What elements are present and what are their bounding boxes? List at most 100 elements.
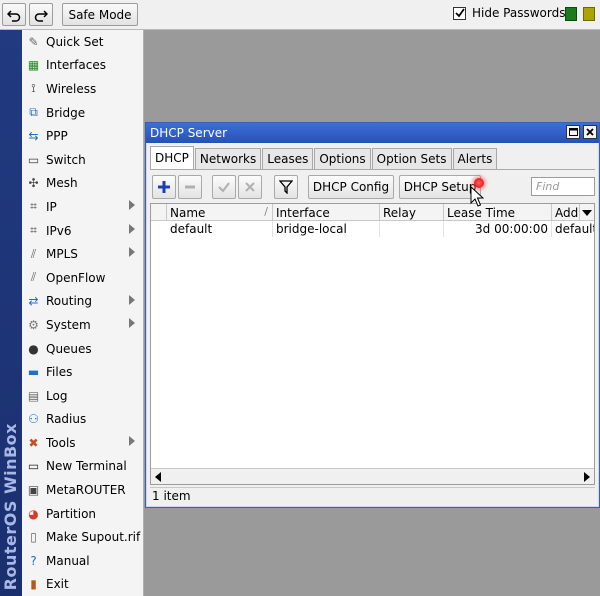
maximize-button[interactable]: [566, 125, 580, 139]
terminal-icon: ▭: [27, 459, 40, 474]
sidebar-item-bridge[interactable]: ⧉ Bridge: [22, 101, 143, 125]
tab-leases[interactable]: Leases: [262, 148, 314, 169]
metarouter-icon: ▣: [27, 483, 40, 498]
sidebar-item-manual[interactable]: ? Manual: [22, 549, 143, 573]
quick-set-icon: ✎: [28, 34, 39, 49]
sidebar-item-switch[interactable]: ▭ Switch: [22, 148, 143, 172]
sidebar-item-label: Bridge: [46, 105, 86, 120]
window-title: DHCP Server: [150, 126, 228, 140]
column-header-interface[interactable]: Interface: [273, 204, 380, 221]
column-header-addr-label: Addr: [555, 205, 579, 220]
maximize-icon: [568, 128, 578, 136]
column-header-lease-time[interactable]: Lease Time: [444, 204, 552, 221]
column-header-interface-label: Interface: [276, 205, 330, 220]
sidebar-item-radius[interactable]: ⚇ Radius: [22, 408, 143, 432]
tab-options[interactable]: Options: [314, 148, 371, 169]
submenu-arrow-icon: [129, 436, 135, 447]
sidebar-item-ppp[interactable]: ⇆ PPP: [22, 124, 143, 148]
sidebar-item-partition[interactable]: ◕ Partition: [22, 502, 143, 526]
sidebar-item-queues[interactable]: ● Queues: [22, 337, 143, 361]
tab-divider: [150, 169, 595, 170]
sidebar-item-mpls[interactable]: ⫽ MPLS: [22, 242, 143, 266]
table-row[interactable]: default bridge-local 3d 00:00:00 default…: [151, 221, 594, 237]
enable-button[interactable]: [212, 175, 236, 199]
exit-icon: ▮: [30, 577, 37, 592]
undo-button[interactable]: [2, 3, 26, 26]
dhcp-setup-button[interactable]: DHCP Setup: [399, 175, 481, 199]
make-supout-icon: ▯: [30, 530, 37, 545]
redo-button[interactable]: [29, 3, 53, 26]
undo-icon: [7, 9, 21, 22]
column-header-name-label: Name: [170, 205, 206, 220]
sidebar-item-ip[interactable]: ⌗ IP: [22, 195, 143, 219]
submenu-arrow-icon: [129, 247, 135, 258]
sidebar-item-label: Make Supout.rif: [46, 530, 141, 545]
sidebar-item-routing[interactable]: ⇄ Routing: [22, 290, 143, 314]
cell-lease-time: 3d 00:00:00: [444, 221, 552, 237]
scroll-right-icon[interactable]: [584, 472, 590, 482]
sidebar-item-label: Wireless: [46, 81, 97, 96]
sidebar-item-make-supout-rif[interactable]: ▯ Make Supout.rif: [22, 525, 143, 549]
sidebar-item-mesh[interactable]: ✣ Mesh: [22, 172, 143, 196]
sidebar-item-files[interactable]: ▬ Files: [22, 360, 143, 384]
disable-button[interactable]: [238, 175, 262, 199]
sidebar-item-wireless[interactable]: ⟟ Wireless: [22, 77, 143, 101]
hide-passwords-toggle[interactable]: Hide Passwords: [453, 6, 565, 20]
sidebar-item-label: Queues: [46, 341, 92, 356]
window-toolbar: DHCP Config DHCP Setup: [150, 175, 595, 201]
column-header-name[interactable]: Name /: [167, 204, 273, 221]
dhcp-config-button[interactable]: DHCP Config: [308, 175, 394, 199]
radius-icon: ⚇: [28, 412, 39, 427]
tab-alerts[interactable]: Alerts: [452, 148, 498, 169]
hide-passwords-checkbox[interactable]: [453, 6, 466, 20]
sidebar-item-label: Radius: [46, 412, 87, 427]
check-icon: [218, 182, 230, 193]
sidebar-item-label: Log: [46, 388, 68, 403]
tools-icon: ✖: [28, 435, 39, 450]
sidebar-item-label: PPP: [46, 129, 68, 144]
status-indicator-olive: [583, 7, 595, 21]
sidebar-item-interfaces[interactable]: ▦ Interfaces: [22, 54, 143, 78]
column-chooser-button[interactable]: [580, 204, 594, 221]
close-button[interactable]: [583, 125, 597, 139]
sidebar-item-label: MPLS: [46, 247, 78, 262]
sidebar-item-quick-set[interactable]: ✎ Quick Set: [22, 30, 143, 54]
column-header-relay[interactable]: Relay: [380, 204, 444, 221]
safe-mode-button[interactable]: Safe Mode: [62, 3, 138, 26]
filter-button[interactable]: [274, 175, 298, 199]
sidebar-item-label: System: [46, 317, 91, 332]
interfaces-icon: ▦: [27, 58, 40, 73]
brand-bar: RouterOS WinBox: [0, 30, 22, 596]
sidebar-item-exit[interactable]: ▮ Exit: [22, 573, 143, 596]
scroll-left-icon[interactable]: [155, 472, 161, 482]
sidebar-item-label: Tools: [46, 435, 76, 450]
files-icon: ▬: [27, 365, 40, 380]
tab-dhcp[interactable]: DHCP: [150, 146, 194, 169]
sidebar-item-system[interactable]: ⚙ System: [22, 313, 143, 337]
sidebar-item-openflow[interactable]: ⫽ OpenFlow: [22, 266, 143, 290]
tab-networks[interactable]: Networks: [194, 148, 262, 169]
partition-icon: ◕: [28, 506, 39, 521]
status-indicator-green: [565, 7, 577, 21]
remove-button[interactable]: [178, 175, 202, 199]
submenu-arrow-icon: [129, 318, 135, 329]
sidebar-item-label: Routing: [46, 294, 93, 309]
find-input[interactable]: [531, 177, 595, 196]
dhcp-server-window: DHCP Server DHCP Networks Leases Options Opt…: [145, 122, 600, 508]
sidebar-item-ipv6[interactable]: ⌗ IPv6: [22, 219, 143, 243]
column-header-addr[interactable]: Addr: [552, 204, 580, 221]
sidebar-item-label: Switch: [46, 152, 86, 167]
bridge-icon: ⧉: [29, 105, 38, 120]
sidebar-item-tools[interactable]: ✖ Tools: [22, 431, 143, 455]
ip-icon: ⌗: [30, 199, 37, 214]
sidebar-item-new-terminal[interactable]: ▭ New Terminal: [22, 455, 143, 479]
table-header-select[interactable]: [151, 204, 167, 221]
horizontal-scrollbar[interactable]: [151, 468, 594, 484]
close-icon: [586, 128, 594, 136]
tab-option-sets[interactable]: Option Sets: [371, 148, 452, 169]
window-titlebar[interactable]: DHCP Server: [146, 123, 599, 143]
sidebar-item-log[interactable]: ▤ Log: [22, 384, 143, 408]
cell-addr: default-d: [555, 222, 594, 236]
add-button[interactable]: [152, 175, 176, 199]
sidebar-item-metarouter[interactable]: ▣ MetaROUTER: [22, 478, 143, 502]
